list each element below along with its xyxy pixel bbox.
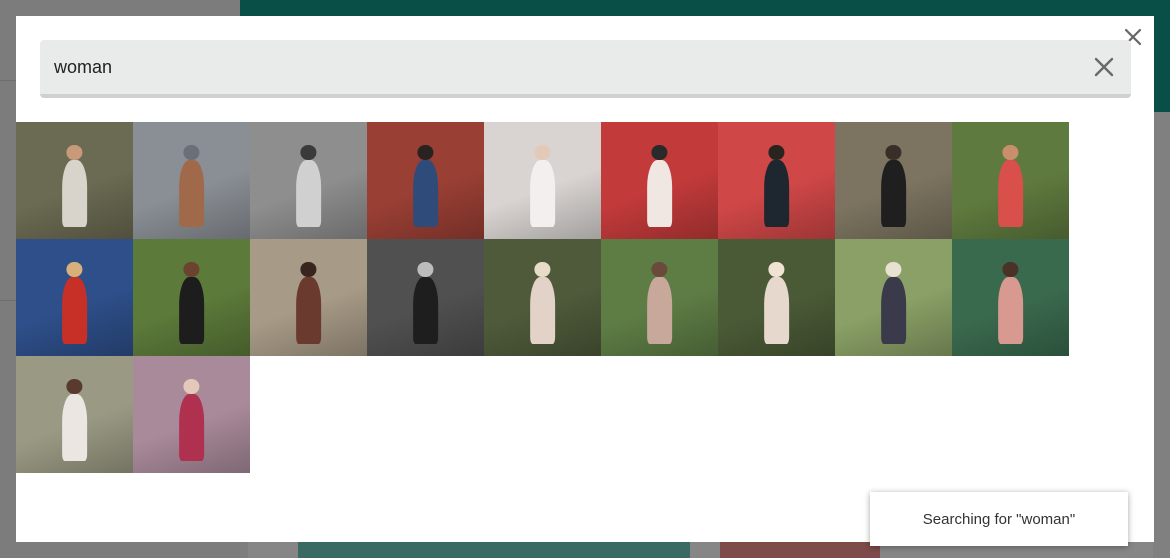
image-result-thumbnail[interactable] bbox=[601, 122, 718, 239]
image-result-thumbnail[interactable] bbox=[367, 122, 484, 239]
search-input[interactable] bbox=[54, 52, 1054, 82]
image-figure bbox=[61, 379, 88, 462]
image-result-thumbnail[interactable] bbox=[16, 239, 133, 356]
image-result-thumbnail[interactable] bbox=[952, 239, 1069, 356]
background-red-button bbox=[720, 542, 880, 558]
image-figure bbox=[997, 145, 1024, 228]
image-figure bbox=[646, 145, 673, 228]
image-result-thumbnail[interactable] bbox=[718, 239, 835, 356]
image-result-thumbnail[interactable] bbox=[484, 122, 601, 239]
background-green-button bbox=[298, 542, 690, 558]
image-result-thumbnail[interactable] bbox=[133, 356, 250, 473]
image-figure bbox=[880, 262, 907, 345]
image-figure bbox=[178, 145, 205, 228]
image-figure bbox=[763, 145, 790, 228]
image-figure bbox=[61, 145, 88, 228]
image-figure bbox=[295, 262, 322, 345]
image-result-thumbnail[interactable] bbox=[16, 122, 133, 239]
image-figure bbox=[529, 262, 556, 345]
image-result-thumbnail[interactable] bbox=[133, 122, 250, 239]
image-result-thumbnail[interactable] bbox=[250, 122, 367, 239]
image-result-thumbnail[interactable] bbox=[952, 122, 1069, 239]
image-figure bbox=[412, 145, 439, 228]
status-toast: Searching for "woman" bbox=[870, 492, 1128, 546]
image-figure bbox=[646, 262, 673, 345]
image-result-thumbnail[interactable] bbox=[484, 239, 601, 356]
image-result-thumbnail[interactable] bbox=[718, 122, 835, 239]
image-result-thumbnail[interactable] bbox=[16, 356, 133, 473]
image-figure bbox=[178, 262, 205, 345]
toast-text: Searching for "woman" bbox=[922, 510, 1076, 528]
image-figure bbox=[61, 262, 88, 345]
image-figure bbox=[529, 145, 556, 228]
image-figure bbox=[412, 262, 439, 345]
image-result-thumbnail[interactable] bbox=[250, 239, 367, 356]
image-result-thumbnail[interactable] bbox=[835, 239, 952, 356]
image-search-modal bbox=[16, 16, 1154, 542]
image-result-thumbnail[interactable] bbox=[133, 239, 250, 356]
image-figure bbox=[763, 262, 790, 345]
image-figure bbox=[295, 145, 322, 228]
image-result-thumbnail[interactable] bbox=[835, 122, 952, 239]
search-bar bbox=[40, 40, 1131, 98]
image-results-grid bbox=[16, 122, 1069, 473]
image-result-thumbnail[interactable] bbox=[601, 239, 718, 356]
image-figure bbox=[997, 262, 1024, 345]
image-figure bbox=[178, 379, 205, 462]
clear-search-icon[interactable] bbox=[1091, 54, 1117, 80]
image-result-thumbnail[interactable] bbox=[367, 239, 484, 356]
image-figure bbox=[880, 145, 907, 228]
